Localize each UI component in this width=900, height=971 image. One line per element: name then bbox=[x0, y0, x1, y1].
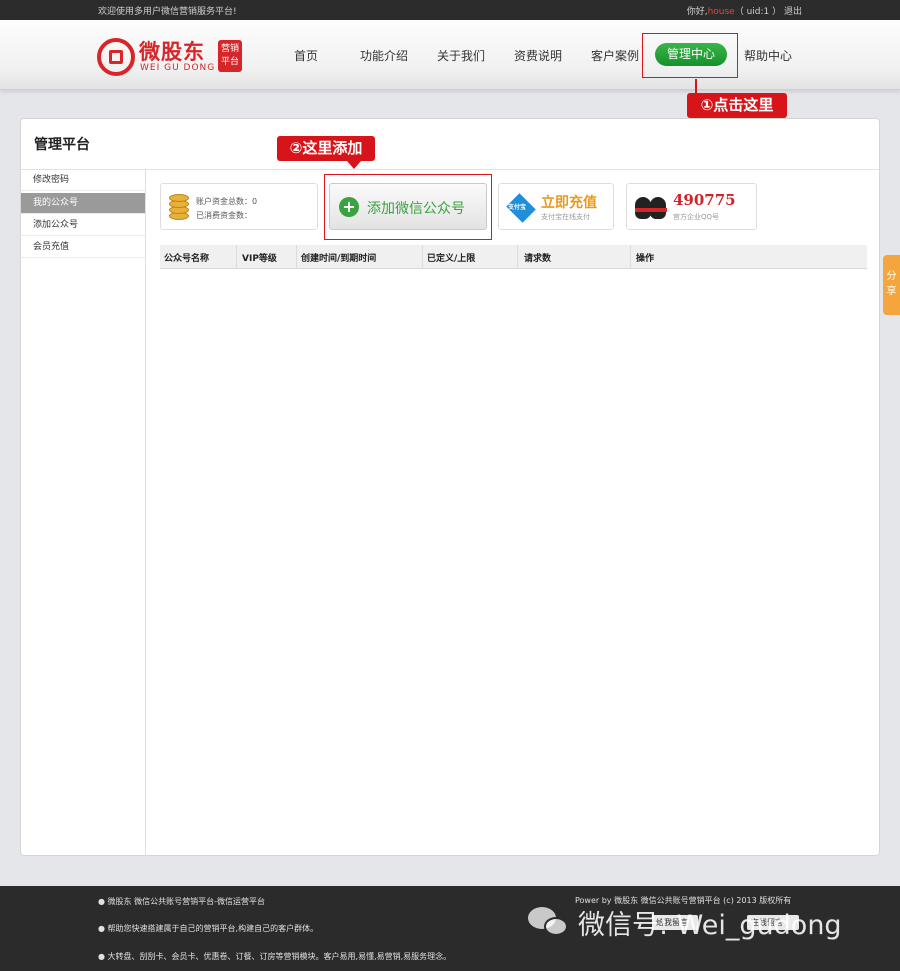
qq-number: 490775 bbox=[673, 191, 736, 209]
plus-icon: + bbox=[339, 197, 359, 217]
footer-line-3: ● 大转盘、刮刮卡、会员卡、优惠卷、订餐、订房等营销模块。客户易用,易懂,易营销… bbox=[98, 952, 452, 961]
nav-help[interactable]: 帮助中心 bbox=[744, 47, 792, 64]
nav-pricing[interactable]: 资费说明 bbox=[514, 47, 562, 64]
qq-penguin-icon bbox=[634, 193, 668, 221]
callout-step1: ①点击这里 bbox=[687, 79, 787, 118]
account-spent: 已消费资金数： bbox=[196, 211, 252, 220]
site-footer: ● 微股东 微信公共账号营销平台-微信运营平台 ● 帮助您快速搭建属于自己的营销… bbox=[0, 886, 900, 971]
sidebar-item-recharge[interactable]: 会员充值 bbox=[21, 237, 145, 258]
highlight-box-nav bbox=[642, 33, 738, 78]
uid-text: （ uid:1 ） bbox=[734, 7, 782, 17]
sidebar-item-change-password[interactable]: 修改密码 bbox=[21, 170, 145, 191]
share-label-2: 享 bbox=[886, 286, 897, 297]
col-account-name: 公众号名称 bbox=[164, 254, 210, 264]
account-total: 账户资金总数：0 bbox=[196, 197, 258, 206]
site-header: 微股东 WEI GU DONG 营销 平台 首页 功能介绍 关于我们 资费说明 … bbox=[0, 20, 900, 90]
welcome-text: 欢迎使用多用户微信营销服务平台! bbox=[98, 7, 237, 17]
add-wechat-account-button[interactable]: + 添加微信公众号 bbox=[329, 183, 487, 230]
callout-step2: ②这里添加 bbox=[277, 136, 375, 169]
wechat-watermark: 微信号: Wei_gudong bbox=[528, 901, 878, 941]
sidebar-item-my-accounts[interactable]: 我的公众号 bbox=[21, 193, 145, 214]
logout-link[interactable]: 退出 bbox=[784, 7, 802, 17]
top-bar: 欢迎使用多用户微信营销服务平台! 你好,house（ uid:1 ） 退出 bbox=[0, 0, 900, 20]
col-created-expires: 创建时间/到期时间 bbox=[301, 254, 377, 264]
alipay-icon-text: 支付宝 bbox=[508, 204, 527, 211]
wechat-icon bbox=[528, 905, 570, 937]
management-panel: 管理平台 修改密码 我的公众号 添加公众号 会员充值 账户资金总数：0 已消费资… bbox=[20, 118, 880, 856]
footer-line-2: ● 帮助您快速搭建属于自己的营销平台,构建自己的客户群体。 bbox=[98, 924, 319, 933]
qq-contact-card[interactable]: 490775 官方企业QQ号 bbox=[626, 183, 757, 230]
username-link[interactable]: house bbox=[708, 7, 735, 17]
add-button-label: 添加微信公众号 bbox=[367, 201, 465, 217]
share-tab[interactable]: 分 享 bbox=[883, 255, 900, 315]
col-requests: 请求数 bbox=[524, 254, 552, 264]
col-vip-level: VIP等级 bbox=[242, 254, 277, 264]
col-defined-limit: 已定义/上限 bbox=[427, 254, 476, 264]
logo-mark-icon bbox=[97, 38, 135, 76]
account-balance-card: 账户资金总数：0 已消费资金数： bbox=[160, 183, 318, 230]
share-label-1: 分 bbox=[886, 271, 897, 282]
logo-badge-line1: 营销 bbox=[220, 44, 239, 54]
recharge-card[interactable]: 支付宝 立即充值 支付宝在线支付 bbox=[498, 183, 614, 230]
nav-about[interactable]: 关于我们 bbox=[437, 47, 485, 64]
footer-line-1: ● 微股东 微信公共账号营销平台-微信运营平台 bbox=[98, 897, 265, 906]
site-logo[interactable]: 微股东 WEI GU DONG 营销 平台 bbox=[97, 37, 247, 77]
watermark-text: 微信号: Wei_gudong bbox=[578, 910, 842, 941]
logo-brand-text: 微股东 bbox=[139, 40, 205, 64]
nav-cases[interactable]: 客户案例 bbox=[591, 47, 639, 64]
recharge-title: 立即充值 bbox=[541, 195, 597, 211]
logo-sub-text: WEI GU DONG bbox=[140, 63, 216, 73]
nav-features[interactable]: 功能介绍 bbox=[360, 47, 408, 64]
col-actions: 操作 bbox=[636, 254, 655, 264]
qq-sub: 官方企业QQ号 bbox=[673, 213, 720, 221]
sidebar-item-add-account[interactable]: 添加公众号 bbox=[21, 215, 145, 236]
user-info: 你好,house（ uid:1 ） 退出 bbox=[687, 4, 802, 17]
logo-badge-line2: 平台 bbox=[220, 57, 239, 67]
accounts-table-header: 公众号名称 VIP等级 创建时间/到期时间 已定义/上限 请求数 操作 bbox=[160, 245, 867, 269]
recharge-sub: 支付宝在线支付 bbox=[541, 213, 590, 221]
logo-badge: 营销 平台 bbox=[218, 40, 242, 72]
nav-home[interactable]: 首页 bbox=[294, 47, 318, 64]
panel-divider bbox=[21, 169, 879, 170]
coins-icon bbox=[169, 194, 189, 220]
sidebar: 修改密码 我的公众号 添加公众号 会员充值 bbox=[21, 170, 146, 856]
greeting-text: 你好, bbox=[686, 7, 708, 17]
panel-title: 管理平台 bbox=[34, 137, 90, 153]
